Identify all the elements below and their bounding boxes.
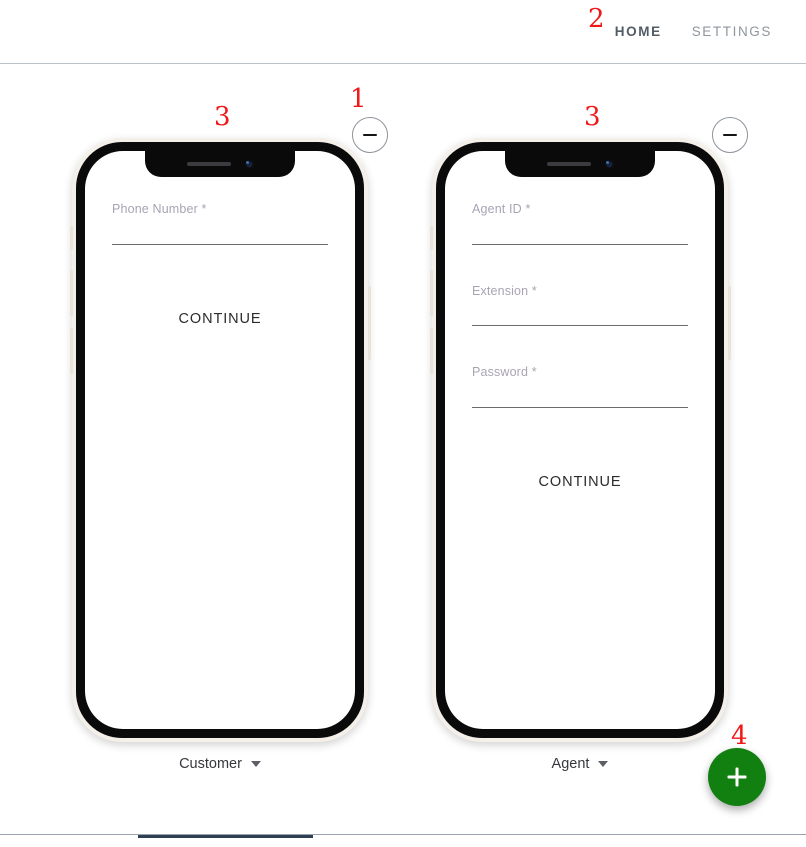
phone-mute-switch-agent[interactable] <box>429 226 433 250</box>
phone-volume-down-button-agent[interactable] <box>429 328 433 374</box>
input-extension[interactable] <box>472 298 692 327</box>
role-selector-customer[interactable]: Customer <box>72 756 368 772</box>
chevron-down-icon <box>598 761 609 767</box>
nav-link-settings[interactable]: SETTINGS <box>692 24 772 39</box>
phone-screen-customer: Phone Number * CONTINUE <box>85 151 355 729</box>
login-form-agent: Agent ID * Extension * Password * CONTIN… <box>445 151 715 729</box>
device-panel-customer: Phone Number * CONTINUE <box>69 138 371 742</box>
phone-power-button-agent[interactable] <box>727 286 731 360</box>
phone-power-button-customer[interactable] <box>367 286 371 360</box>
continue-button-agent[interactable]: CONTINUE <box>472 466 688 498</box>
nav-link-home[interactable]: HOME <box>615 24 662 39</box>
form-spacer <box>112 285 328 303</box>
role-selector-label-customer: Customer <box>179 756 242 772</box>
horizontal-scrollbar[interactable] <box>0 834 806 847</box>
phone-shell-agent: Agent ID * Extension * Password * CONTIN… <box>429 138 731 742</box>
phone-volume-down-button-customer[interactable] <box>69 328 73 374</box>
app-header: HOME SETTINGS <box>0 0 806 64</box>
field-label-phone-number: Phone Number * <box>112 202 207 216</box>
annotation-number-3-customer: 3 <box>214 102 231 132</box>
plus-icon <box>735 767 739 787</box>
field-label-password: Password * <box>472 365 537 379</box>
phone-frame-customer: Phone Number * CONTINUE <box>76 142 364 738</box>
phone-screen-agent: Agent ID * Extension * Password * CONTIN… <box>445 151 715 729</box>
phone-frame-agent: Agent ID * Extension * Password * CONTIN… <box>436 142 724 738</box>
field-label-agent-id: Agent ID * <box>472 202 531 216</box>
horizontal-scrollbar-thumb[interactable] <box>138 835 313 838</box>
front-camera-icon <box>244 159 254 169</box>
minimize-icon <box>723 133 737 137</box>
speaker-grille-icon <box>186 162 231 166</box>
speaker-grille-icon <box>546 162 591 166</box>
add-device-fab[interactable] <box>708 748 766 806</box>
input-agent-id[interactable] <box>472 217 692 245</box>
minimize-icon <box>363 133 377 137</box>
chevron-down-icon <box>250 761 261 767</box>
role-selector-label-agent: Agent <box>551 756 590 772</box>
front-camera-icon <box>604 159 614 169</box>
annotation-number-3-agent: 3 <box>584 102 601 132</box>
annotation-number-4: 4 <box>731 721 748 751</box>
phone-volume-up-button-customer[interactable] <box>69 270 73 316</box>
main-nav: HOME SETTINGS <box>615 24 772 39</box>
field-agent-id: Agent ID * <box>472 202 692 245</box>
field-password: Password * <box>472 365 692 408</box>
role-selector-agent[interactable]: Agent <box>432 756 728 772</box>
field-label-extension: Extension * <box>472 283 537 298</box>
field-extension: Extension * <box>472 283 692 327</box>
field-phone-number: Phone Number * <box>112 202 332 245</box>
annotation-number-2: 2 <box>588 4 605 34</box>
minimize-button-agent[interactable] <box>712 117 748 153</box>
device-panel-agent: Agent ID * Extension * Password * CONTIN… <box>429 138 731 742</box>
login-form-customer: Phone Number * CONTINUE <box>85 151 355 729</box>
phone-volume-up-button-agent[interactable] <box>429 270 433 316</box>
phone-notch-customer <box>145 151 295 177</box>
continue-button-customer[interactable]: CONTINUE <box>112 303 328 335</box>
minimize-button-customer[interactable] <box>352 117 388 153</box>
phone-shell-customer: Phone Number * CONTINUE <box>69 138 371 742</box>
input-phone-number[interactable] <box>112 217 332 245</box>
annotation-number-1: 1 <box>350 84 367 114</box>
phone-notch-agent <box>505 151 655 177</box>
form-spacer <box>472 448 688 466</box>
input-password[interactable] <box>472 380 692 408</box>
phone-mute-switch-customer[interactable] <box>69 226 73 250</box>
